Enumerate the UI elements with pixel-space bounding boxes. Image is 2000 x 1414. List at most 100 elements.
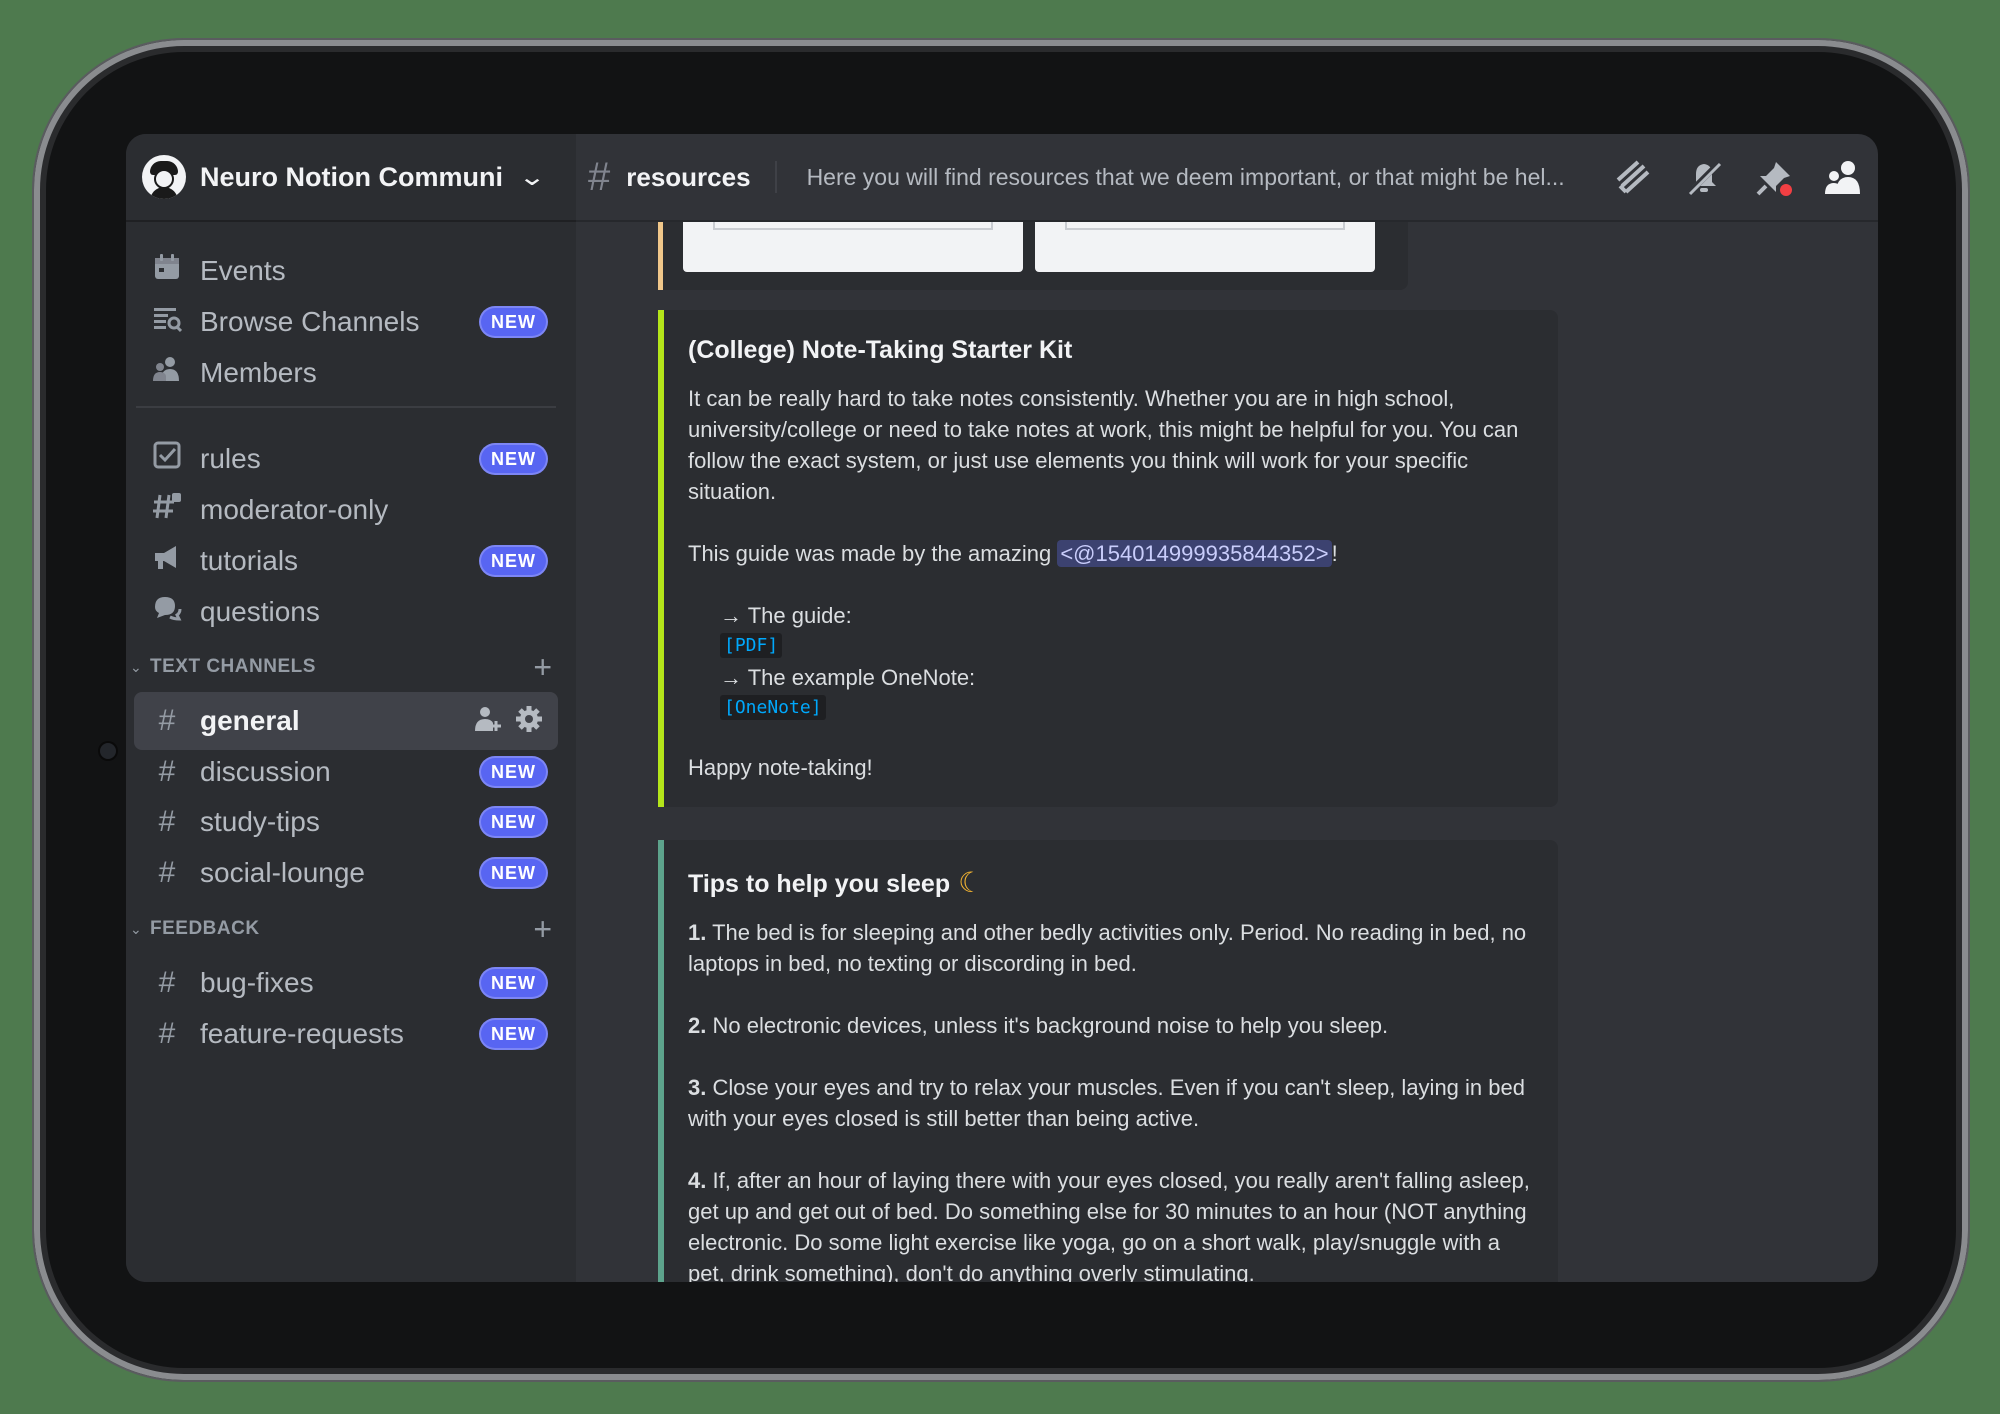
rules-icon <box>150 440 184 478</box>
new-badge: NEW <box>481 1020 546 1048</box>
browse-channels-icon <box>150 303 184 341</box>
hash-icon: # <box>158 704 176 737</box>
add-channel-icon[interactable]: + <box>533 911 552 948</box>
sidebar-item-members[interactable]: Members <box>134 344 558 402</box>
channel-general[interactable]: # general <box>134 692 558 750</box>
invite-icon[interactable] <box>472 704 502 739</box>
tip-number: 4. <box>688 1168 707 1193</box>
tip-number: 2. <box>688 1013 707 1038</box>
hash-icon: # <box>158 1017 176 1050</box>
tip-number: 3. <box>688 1075 707 1100</box>
onenote-label: → The example OneNote: <box>720 665 976 690</box>
header-divider <box>774 161 777 193</box>
category-text-channels[interactable]: ⌄ TEXT CHANNELS + <box>126 649 576 686</box>
hash-icon: # <box>158 856 176 889</box>
notification-muted-icon[interactable] <box>1682 156 1726 200</box>
new-badge: NEW <box>481 808 546 836</box>
sidebar-divider <box>136 406 556 408</box>
sidebar-item-label: Browse Channels <box>200 306 420 337</box>
channel-name: tutorials <box>200 545 299 576</box>
embed-note-taking-kit: (College) Note-Taking Starter Kit It can… <box>658 310 1558 807</box>
tip-text: If, after an hour of laying there with y… <box>688 1168 1530 1282</box>
channel-moderator-only[interactable]: moderator-only <box>134 481 558 539</box>
channel-actions <box>472 704 544 739</box>
new-badge: NEW <box>481 758 546 786</box>
hash-icon: # <box>158 755 176 788</box>
server-name: Neuro Notion Communi <box>200 161 503 192</box>
channel-bug-fixes[interactable]: # bug-fixes NEW <box>134 954 558 1012</box>
moon-icon: ☾ <box>958 867 984 898</box>
tip-number: 1. <box>688 920 707 945</box>
channel-header: # resources Here you will find resources… <box>576 134 1878 222</box>
hash-icon: # <box>158 966 176 999</box>
channel-social-lounge[interactable]: # social-lounge NEW <box>134 844 558 902</box>
credit-suffix: ! <box>1331 541 1338 566</box>
credit-text: This guide was made by the amazing <box>688 541 1058 566</box>
tip-1: 1. The bed is for sleeping and other bed… <box>688 917 1534 979</box>
user-mention[interactable]: <@154014999935844352> <box>1057 540 1332 567</box>
tip-2: 2. No electronic devices, unless it's ba… <box>688 1010 1534 1041</box>
channel-rules[interactable]: rules NEW <box>134 430 558 488</box>
server-avatar <box>142 155 186 199</box>
member-list-icon[interactable] <box>1822 156 1866 200</box>
channel-name: rules <box>200 443 261 474</box>
server-header[interactable]: Neuro Notion Communi ⌄ <box>126 134 576 222</box>
embed-description: It can be really hard to take notes cons… <box>688 386 1519 504</box>
sidebar-item-browse-channels[interactable]: Browse Channels NEW <box>134 293 558 351</box>
camera-icon <box>100 743 116 759</box>
tip-text: The bed is for sleeping and other bedly … <box>688 920 1527 976</box>
members-icon <box>150 354 184 392</box>
sidebar-item-events[interactable]: Events <box>134 242 558 300</box>
chevron-down-icon: ⌄ <box>130 658 142 675</box>
add-channel-icon[interactable]: + <box>533 649 552 686</box>
guide-links: → The guide: [PDF] → The example OneNote… <box>720 600 1534 724</box>
gear-icon[interactable] <box>514 704 544 739</box>
guide-label: → The guide: <box>720 603 852 628</box>
channel-name: bug-fixes <box>200 967 314 998</box>
embed-title: Tips to help you sleep ☾ <box>688 866 1534 899</box>
channel-name: feature-requests <box>200 1018 404 1049</box>
channel-topic[interactable]: Here you will find resources that we dee… <box>807 164 1593 191</box>
embed-credit: This guide was made by the amazing <@154… <box>688 538 1534 569</box>
pdf-link[interactable]: [PDF] <box>720 633 783 658</box>
channel-questions[interactable]: questions <box>134 583 558 641</box>
megaphone-icon <box>150 542 184 580</box>
channel-study-tips[interactable]: # study-tips NEW <box>134 793 558 851</box>
sidebar-item-label: Events <box>200 255 286 286</box>
category-label: FEEDBACK <box>150 918 260 939</box>
app-screen: Neuro Notion Communi ⌄ Events Browse Cha… <box>126 134 1878 1282</box>
channel-feature-requests[interactable]: # feature-requests NEW <box>134 1005 558 1063</box>
image-thumbnail[interactable] <box>1035 222 1375 272</box>
message-list: (College) Note-Taking Starter Kit It can… <box>576 222 1878 1282</box>
tip-text: No electronic devices, unless it's backg… <box>706 1013 1389 1038</box>
hash-lock-icon <box>150 491 184 529</box>
sidebar-item-label: Members <box>200 357 317 388</box>
category-feedback[interactable]: ⌄ FEEDBACK + <box>126 911 576 948</box>
channel-tutorials[interactable]: tutorials NEW <box>134 532 558 590</box>
tip-4: 4. If, after an hour of laying there wit… <box>688 1165 1534 1282</box>
hash-icon: # <box>158 805 176 838</box>
new-badge: NEW <box>481 969 546 997</box>
channel-name: social-lounge <box>200 857 365 888</box>
forum-icon <box>150 593 184 631</box>
embed-title-text: Tips to help you sleep <box>688 870 951 898</box>
new-badge: NEW <box>481 859 546 887</box>
channel-name: discussion <box>200 756 331 787</box>
new-badge: NEW <box>481 445 546 473</box>
embed-title: (College) Note-Taking Starter Kit <box>688 336 1073 364</box>
hash-icon: # <box>588 154 611 199</box>
image-embed <box>658 222 1408 290</box>
chevron-down-icon: ⌄ <box>130 920 142 937</box>
channel-name: moderator-only <box>200 494 389 525</box>
tip-3: 3. Close your eyes and try to relax your… <box>688 1072 1534 1134</box>
channel-title: resources <box>626 161 751 192</box>
calendar-icon <box>150 252 184 290</box>
embed-closing: Happy note-taking! <box>688 755 873 780</box>
new-badge: NEW <box>481 547 546 575</box>
new-badge: NEW <box>481 308 546 336</box>
onenote-link[interactable]: [OneNote] <box>720 695 826 720</box>
pin-icon[interactable] <box>1752 156 1796 200</box>
category-label: TEXT CHANNELS <box>150 656 316 677</box>
threads-icon[interactable] <box>1612 156 1656 200</box>
image-thumbnail[interactable] <box>683 222 1023 272</box>
